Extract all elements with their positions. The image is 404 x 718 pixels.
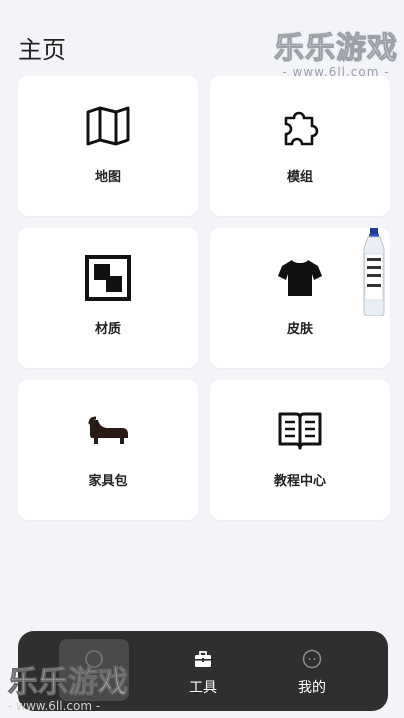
puzzle-icon xyxy=(284,111,319,146)
card-label: 地图 xyxy=(94,170,121,185)
card-map[interactable]: 地图 xyxy=(18,76,198,216)
card-tutorials[interactable]: 教程中心 xyxy=(210,380,390,520)
watermark-url: - www.6ll.com - xyxy=(8,699,101,713)
card-label: 模组 xyxy=(286,170,313,185)
tab-label: 我的 xyxy=(298,680,326,696)
watermark-logo: 乐乐游戏 - www.6ll.com - xyxy=(8,665,129,713)
watermark-logo: 乐乐游戏 - www.6ll.com - xyxy=(274,31,398,78)
card-mods[interactable]: 模组 xyxy=(210,76,390,216)
card-label: 家具包 xyxy=(88,474,128,489)
tshirt-icon xyxy=(278,260,322,296)
profile-icon xyxy=(302,649,322,669)
tab-tools[interactable]: 工具 xyxy=(168,639,238,701)
tab-profile[interactable]: 我的 xyxy=(277,639,347,701)
watermark-text: 乐乐游戏 xyxy=(274,31,398,66)
page-title: 主页 xyxy=(18,36,66,64)
card-furniture[interactable]: 家具包 xyxy=(18,380,198,520)
sofa-icon xyxy=(88,416,128,444)
toolbox-icon xyxy=(195,651,211,667)
watermark-text: 乐乐游戏 xyxy=(8,665,129,700)
card-texture[interactable]: 材质 xyxy=(18,228,198,368)
card-label: 材质 xyxy=(94,322,121,337)
book-icon xyxy=(278,412,322,450)
water-bottle-image xyxy=(363,228,385,316)
card-label: 教程中心 xyxy=(273,474,326,489)
map-icon xyxy=(86,106,130,146)
tab-label: 工具 xyxy=(189,680,217,696)
card-label: 皮肤 xyxy=(286,322,313,337)
texture-icon xyxy=(85,255,131,301)
